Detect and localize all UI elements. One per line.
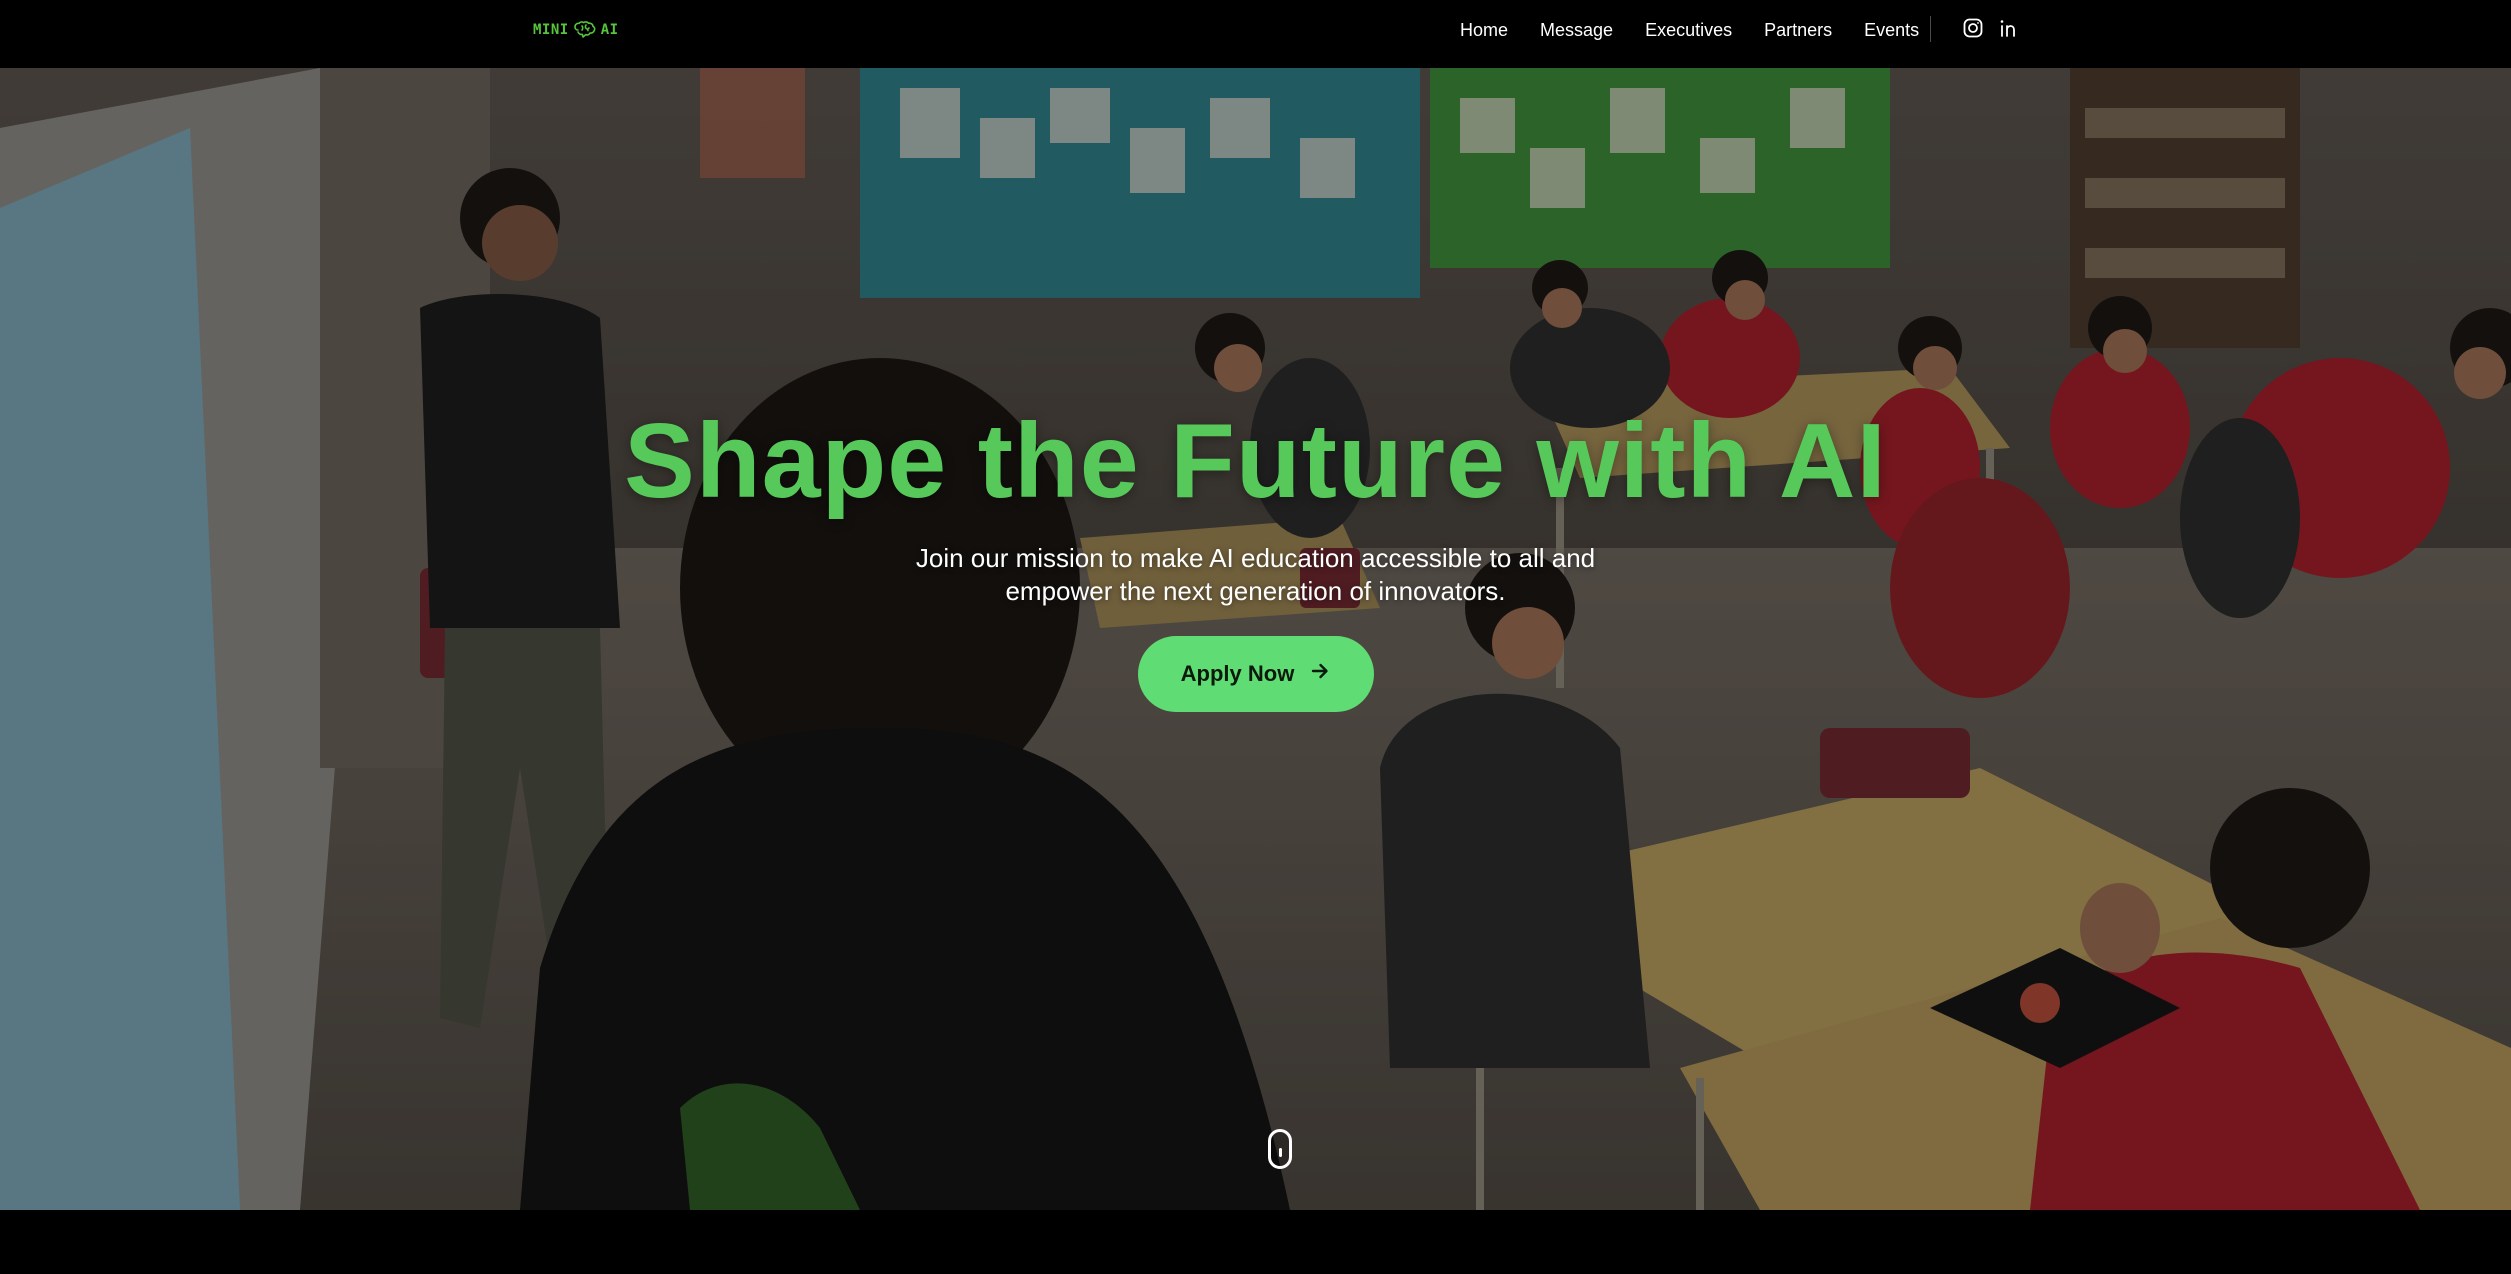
nav-item-home[interactable]: Home — [1460, 20, 1508, 41]
hero-subtitle: Join our mission to make AI education ac… — [915, 542, 1596, 606]
mouse-scroll-icon[interactable] — [1268, 1129, 1292, 1169]
logo-text-ai: AI — [600, 22, 619, 38]
nav-item-events[interactable]: Events — [1864, 20, 1919, 41]
hero-section: Shape the Future with AI Join our missio… — [0, 68, 2511, 1210]
logo-text-mini: MINI — [533, 22, 569, 38]
nav-item-partners[interactable]: Partners — [1764, 20, 1832, 41]
hero-content: Shape the Future with AI Join our missio… — [0, 403, 2511, 712]
arrow-right-icon — [1310, 661, 1330, 687]
linkedin-icon[interactable] — [1998, 17, 2020, 39]
page-bottom-strip — [0, 1210, 2511, 1274]
nav-item-message[interactable]: Message — [1540, 20, 1613, 41]
instagram-icon[interactable] — [1962, 17, 1984, 39]
nav-item-executives[interactable]: Executives — [1645, 20, 1732, 41]
hero-title: Shape the Future with AI — [624, 402, 1887, 520]
navbar: MINI AI Home Message Executives Partners… — [0, 0, 2511, 68]
site-logo[interactable]: MINI AI — [533, 20, 619, 40]
apply-now-label: Apply Now — [1180, 660, 1295, 686]
brain-icon — [573, 21, 596, 39]
apply-now-button[interactable]: Apply Now — [1137, 635, 1374, 712]
nav-divider — [1930, 16, 1931, 42]
main-nav: Home Message Executives Partners Events — [1460, 18, 1919, 42]
